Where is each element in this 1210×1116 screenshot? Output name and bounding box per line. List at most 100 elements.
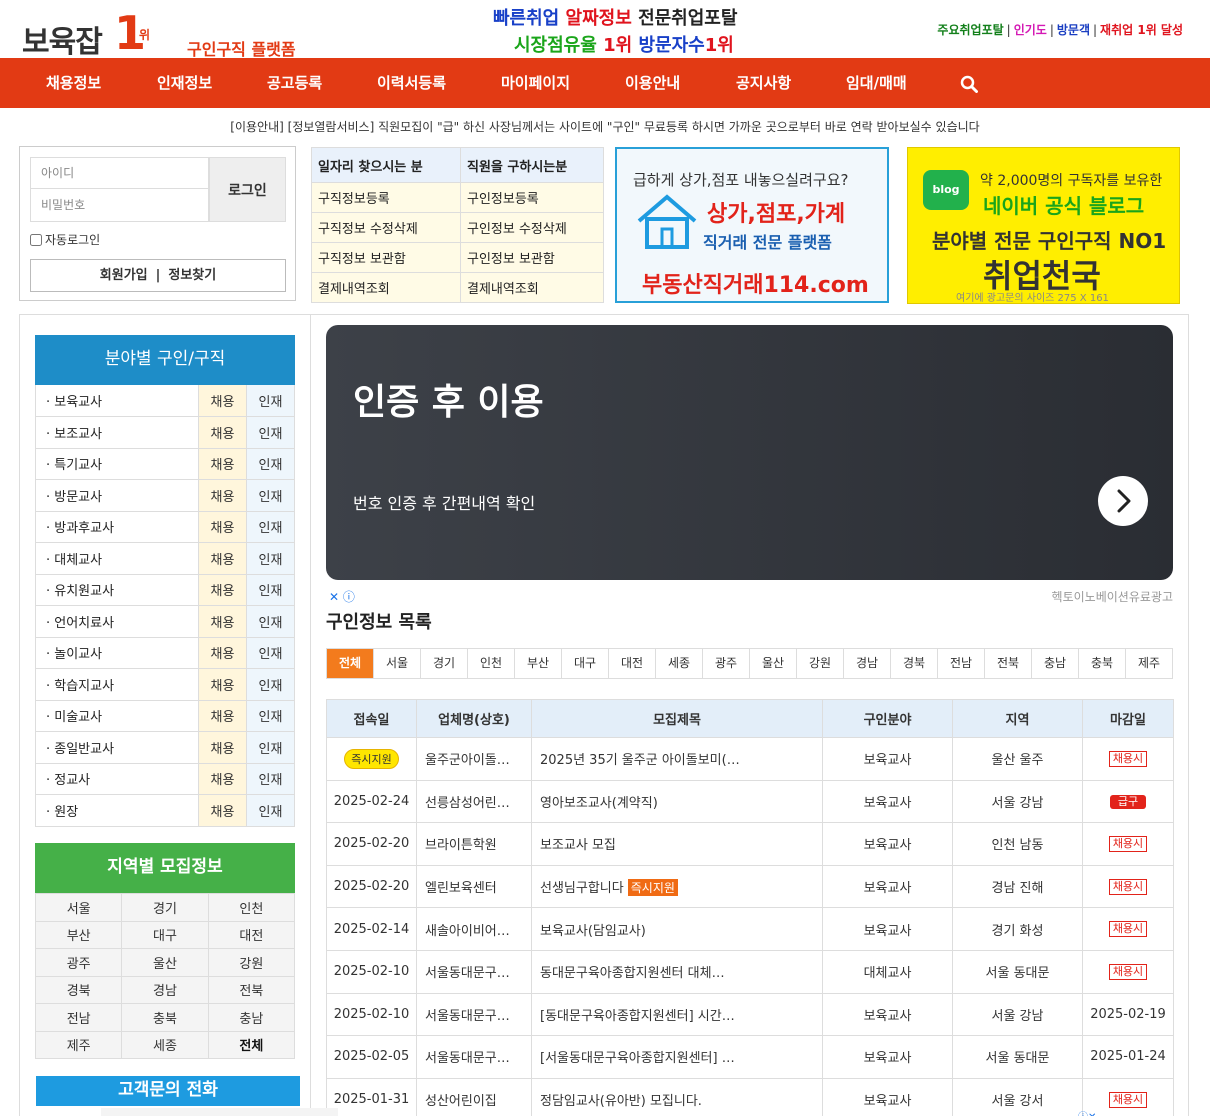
nav-talent-info[interactable]: 인재정보 — [157, 58, 212, 108]
job-title-link[interactable]: 보육교사(담임교사) — [540, 924, 646, 939]
tab-region[interactable]: 경남 — [844, 649, 891, 678]
category-name[interactable]: · 정교사 — [35, 763, 199, 795]
talent-link[interactable]: 인재 — [246, 794, 295, 827]
hire-link[interactable]: 채용 — [198, 542, 247, 575]
category-name[interactable]: · 대체교사 — [35, 542, 199, 575]
toplink-reemployment[interactable]: 재취업 1위 달성 — [1100, 23, 1183, 37]
cell-company[interactable]: 울주군아이돌… — [416, 737, 532, 781]
cell-title[interactable]: 보육교사(담임교사) — [531, 907, 823, 951]
join-link[interactable]: 회원가입 — [100, 268, 148, 283]
category-name[interactable]: · 보육교사 — [35, 385, 199, 417]
service-link[interactable]: 구인정보등록 — [460, 182, 604, 213]
hire-link[interactable]: 채용 — [198, 605, 247, 638]
category-name[interactable]: · 보조교사 — [35, 416, 199, 449]
category-name[interactable]: · 미술교사 — [35, 700, 199, 732]
tab-region[interactable]: 전북 — [985, 649, 1032, 678]
toplink-portal[interactable]: 주요취업포탈 — [937, 23, 1003, 37]
hire-link[interactable]: 채용 — [198, 763, 247, 795]
tab-region[interactable]: 경북 — [891, 649, 938, 678]
talent-link[interactable]: 인재 — [246, 542, 295, 575]
hire-link[interactable]: 채용 — [198, 794, 247, 827]
talent-link[interactable]: 인재 — [246, 385, 295, 417]
nav-rent-sale[interactable]: 임대/매매 — [846, 58, 907, 108]
ad-choices-icon[interactable]: ⓘ✕ — [1078, 1108, 1096, 1116]
cell-title[interactable]: 선생님구합니다 즉시지원 — [531, 865, 823, 909]
category-name[interactable]: · 학습지교사 — [35, 668, 199, 701]
service-link[interactable]: 결제내역조회 — [311, 272, 461, 303]
job-title-link[interactable]: 2025년 35기 울주군 아이돌보미(… — [540, 753, 740, 768]
hire-link[interactable]: 채용 — [198, 574, 247, 606]
tab-region[interactable]: 인천 — [468, 649, 515, 678]
talent-link[interactable]: 인재 — [246, 605, 295, 638]
category-name[interactable]: · 방과후교사 — [35, 511, 199, 543]
tab-region[interactable]: 강원 — [797, 649, 844, 678]
hire-link[interactable]: 채용 — [198, 448, 247, 480]
cell-company[interactable]: 선릉삼성어린… — [416, 780, 532, 824]
hire-link[interactable]: 채용 — [198, 700, 247, 732]
tab-region[interactable]: 충북 — [1079, 649, 1126, 678]
talent-link[interactable]: 인재 — [246, 511, 295, 543]
category-name[interactable]: · 특기교사 — [35, 448, 199, 480]
cell-company[interactable]: 새솔아이비어… — [416, 907, 532, 951]
user-id-input[interactable] — [31, 158, 208, 189]
table-row[interactable]: 2025-02-20 엘린보육센터 선생님구합니다 즉시지원 보육교사 경남 진해 채용시 — [326, 865, 1174, 909]
table-row[interactable]: 2025-01-31 성산어린이집 정담임교사(유아반) 모집니다. 보육교사 서울 강… — [326, 1078, 1174, 1116]
hire-link[interactable]: 채용 — [198, 385, 247, 417]
nav-notice[interactable]: 공지사항 — [736, 58, 791, 108]
tab-region[interactable]: 부산 — [515, 649, 562, 678]
table-row[interactable]: 2025-02-10 서울동대문구… 동대문구육아종합지원센터 대체… 대체교사 서울 … — [326, 950, 1174, 994]
region-link[interactable]: 광주 — [34, 948, 123, 977]
hire-link[interactable]: 채용 — [198, 416, 247, 449]
tab-region[interactable]: 충남 — [1032, 649, 1079, 678]
region-link[interactable]: 대구 — [121, 920, 209, 949]
region-link[interactable]: 경북 — [34, 975, 123, 1004]
region-link[interactable]: 충북 — [121, 1003, 209, 1032]
table-row[interactable]: 즉시지원 울주군아이돌… 2025년 35기 울주군 아이돌보미(… 보육교사 울산 울… — [326, 737, 1174, 781]
auto-login-checkbox[interactable] — [30, 233, 42, 246]
cell-title[interactable]: [서울동대문구육아종합지원센터] … — [531, 1035, 823, 1079]
banner-next-button[interactable] — [1098, 476, 1148, 526]
tab-region[interactable]: 서울 — [374, 649, 421, 678]
region-link-all[interactable]: 전체 — [207, 1030, 296, 1059]
hire-link[interactable]: 채용 — [198, 731, 247, 764]
nav-post-job[interactable]: 공고등록 — [267, 58, 322, 108]
table-row[interactable]: 2025-02-05 서울동대문구… [서울동대문구육아종합지원센터] … 보육교사 서… — [326, 1035, 1174, 1079]
talent-link[interactable]: 인재 — [246, 700, 295, 732]
login-button[interactable]: 로그인 — [209, 157, 286, 222]
hire-link[interactable]: 채용 — [198, 637, 247, 669]
region-link[interactable]: 서울 — [34, 893, 123, 922]
cell-title[interactable]: [동대문구육아종합지원센터] 시간… — [531, 993, 823, 1037]
table-row[interactable]: 2025-02-10 서울동대문구… [동대문구육아종합지원센터] 시간… 보육교사 서… — [326, 993, 1174, 1037]
tab-region[interactable]: 대구 — [562, 649, 609, 678]
region-link[interactable]: 경기 — [121, 893, 209, 922]
logo-text[interactable]: 보육잡 — [22, 17, 103, 61]
region-link[interactable]: 울산 — [121, 948, 209, 977]
category-name[interactable]: · 종일반교사 — [35, 731, 199, 764]
talent-link[interactable]: 인재 — [246, 448, 295, 480]
toplink-visitors[interactable]: 방문객 — [1057, 23, 1090, 37]
job-title-link[interactable]: 동대문구육아종합지원센터 대체… — [540, 966, 725, 981]
hire-link[interactable]: 채용 — [198, 511, 247, 543]
region-link[interactable]: 세종 — [121, 1030, 209, 1059]
region-link[interactable]: 부산 — [34, 920, 123, 949]
talent-link[interactable]: 인재 — [246, 731, 295, 764]
cell-company[interactable]: 서울동대문구… — [416, 950, 532, 994]
cell-company[interactable]: 엘린보육센터 — [416, 865, 532, 909]
region-link[interactable]: 경남 — [121, 975, 209, 1004]
tab-region[interactable]: 제주 — [1126, 649, 1172, 678]
real-estate-ad[interactable]: 급하게 상가,점포 내놓으실려구요? 상가,점포,가계 직거래 전문 플랫폼 부… — [615, 147, 889, 303]
cell-title[interactable]: 동대문구육아종합지원센터 대체… — [531, 950, 823, 994]
cell-company[interactable]: 서울동대문구… — [416, 1035, 532, 1079]
service-link[interactable]: 구인정보 보관함 — [460, 242, 604, 273]
toplink-popularity[interactable]: 인기도 — [1014, 23, 1047, 37]
nav-my-page[interactable]: 마이페이지 — [501, 58, 570, 108]
tab-region[interactable]: 광주 — [703, 649, 750, 678]
service-link[interactable]: 구직정보 수정삭제 — [311, 212, 461, 243]
nav-job-info[interactable]: 채용정보 — [46, 58, 101, 108]
category-name[interactable]: · 유치원교사 — [35, 574, 199, 606]
region-link[interactable]: 인천 — [207, 893, 296, 922]
cell-company[interactable]: 서울동대문구… — [416, 993, 532, 1037]
service-link[interactable]: 구인정보 수정삭제 — [460, 212, 604, 243]
talent-link[interactable]: 인재 — [246, 416, 295, 449]
tab-region[interactable]: 울산 — [750, 649, 797, 678]
